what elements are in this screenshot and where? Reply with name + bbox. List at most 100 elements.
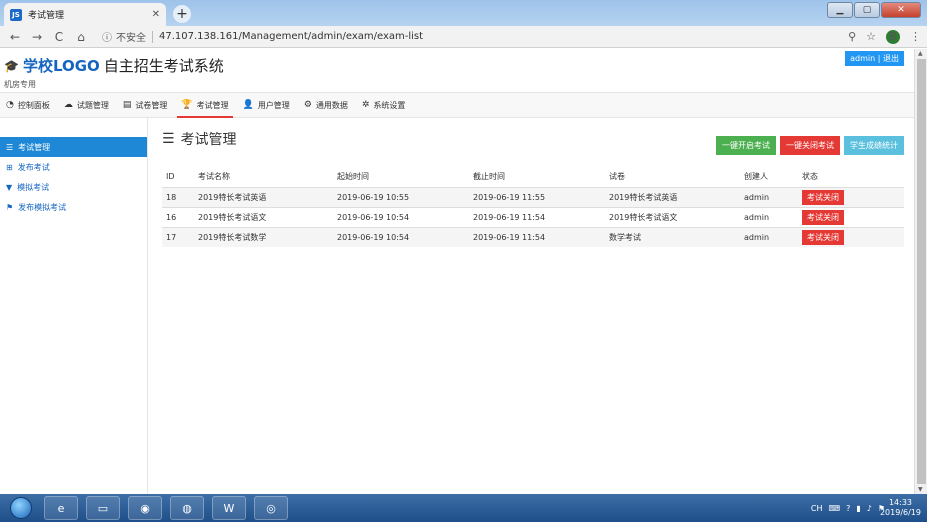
explorer-taskbar-icon[interactable]: ▭ [86,496,120,520]
column-header: 状态 [802,172,818,182]
address-bar-actions: ⚲ ☆ B ⋮ [848,29,921,44]
home-icon[interactable]: ⌂ [72,30,90,44]
page: 🎓 学校LOGO 自主招生考试系统 机房专用 admin | 退出 ◔ 控制面板… [0,49,914,494]
info-icon[interactable]: ⓘ [102,29,112,44]
list-icon: ☰ [6,142,14,152]
cell-creator: admin [740,206,798,227]
user-logout-link[interactable]: admin | 退出 [845,51,904,66]
scroll-down-icon[interactable]: ▼ [918,486,923,493]
nav-item-exams[interactable]: 🏆 考试管理 [177,92,233,118]
table-row[interactable]: 17 2019特长考试数学 2019-06-19 10:54 2019-06-1… [162,226,904,247]
cell-end: 2019-06-19 11:55 [469,186,605,207]
gear-icon: ✲ [361,100,370,110]
dashboard-icon: ◔ [6,100,14,110]
forward-icon[interactable]: → [28,30,46,44]
site-title: 自主招生考试系统 [103,57,224,75]
scroll-up-icon[interactable]: ▲ [918,50,923,57]
close-all-exams-button[interactable]: 一键关闭考试 [780,136,840,155]
tab-favicon-icon: JS [10,8,22,21]
cell-id: 18 [162,186,194,207]
browser-tab-bar: JS 考试管理 ✕ + ▁ ▢ ✕ [0,0,927,26]
network-icon[interactable]: ▮ [856,504,860,513]
nav-item-users[interactable]: 👤 用户管理 [243,92,290,118]
cell-paper: 2019特长考试语文 [605,206,740,227]
site-subtitle: 机房专用 [4,80,36,89]
maximize-button[interactable]: ▢ [854,2,880,18]
table-row[interactable]: 18 2019特长考试英语 2019-06-19 10:55 2019-06-1… [162,186,904,207]
tab-title: 考试管理 [28,11,65,21]
cell-name: 2019特长考试英语 [194,186,333,207]
ie-taskbar-icon[interactable]: e [44,496,78,520]
trophy-icon: 🏆 [181,100,193,110]
cell-paper: 2019特长考试英语 [605,186,740,207]
status-badge[interactable]: 考试关闭 [802,189,844,205]
close-window-button[interactable]: ✕ [881,2,921,18]
graduation-cap-icon: 🎓 [4,58,19,73]
back-icon[interactable]: ← [6,30,24,44]
browser-tab[interactable]: JS 考试管理 ✕ [4,3,166,26]
sidebar-item-label: 发布考试 [17,162,50,172]
nav-item-label: 系统设置 [373,100,406,110]
keyboard-icon[interactable]: ⌨ [829,504,841,513]
app-taskbar-icon[interactable]: ◎ [254,496,288,520]
cell-status: 考试关闭 [798,206,904,227]
help-icon[interactable]: ? [846,504,850,513]
nav-item-settings[interactable]: ✲ 系统设置 [362,92,406,118]
window-controls: ▁ ▢ ✕ [827,2,921,18]
volume-icon[interactable]: ♪ [867,504,872,513]
address-bar: ← → C ⌂ ⓘ 不安全 47.107.138.161/Management/… [0,26,927,48]
column-header: 截止时间 [473,172,505,182]
page-scrollbar[interactable]: ▲ ▼ [914,49,927,494]
sidebar: ☰ 考试管理 ⊞ 发布考试 ▼ 模拟考试 ⚑ 发布模拟考试 [0,118,148,494]
table-header-row: ID 考试名称 起始时间 截止时间 试卷 创建人 状态 [162,167,904,187]
cell-name: 2019特长考试语文 [194,206,333,227]
sidebar-item-publish-mock-exam[interactable]: ⚑ 发布模拟考试 [0,197,147,217]
clock[interactable]: 14:33 2019/6/19 [880,498,921,518]
profile-avatar[interactable]: B [886,29,900,44]
language-indicator[interactable]: CH [811,504,823,513]
insecure-label: 不安全 [116,33,146,44]
bookmark-star-icon[interactable]: ☆ [866,30,876,43]
menu-icon[interactable]: ⋮ [910,30,921,43]
cloud-icon: ☁ [63,100,73,110]
scroll-thumb[interactable] [917,59,926,484]
status-badge[interactable]: 考试关闭 [802,209,844,225]
exam-table: ID 考试名称 起始时间 截止时间 试卷 创建人 状态 18 2019特长考试英… [162,167,904,247]
cell-creator: admin [740,226,798,247]
word-taskbar-icon[interactable]: W [212,496,246,520]
site-logo: 🎓 学校LOGO 自主招生考试系统 [4,55,224,76]
student-stats-button[interactable]: 学生成绩统计 [844,136,904,155]
url-input[interactable]: 47.107.138.161/Management/admin/exam/exa… [159,31,848,42]
nav-item-questions[interactable]: ☁ 试题管理 [64,92,109,118]
nav-item-label: 试卷管理 [135,100,168,110]
open-all-exams-button[interactable]: 一键开启考试 [716,136,776,155]
start-button[interactable] [6,494,36,522]
status-badge[interactable]: 考试关闭 [802,229,844,245]
zoom-icon[interactable]: ⚲ [848,30,856,43]
column-header: ID [166,172,175,182]
cell-creator: admin [740,186,798,207]
new-tab-button[interactable]: + [173,5,191,23]
nav-item-dashboard[interactable]: ◔ 控制面板 [6,92,50,118]
nav-item-data[interactable]: ⚙ 通用数据 [304,92,348,118]
firefox-taskbar-icon[interactable]: ◍ [170,496,204,520]
column-header: 试卷 [609,172,625,182]
minimize-button[interactable]: ▁ [827,2,853,18]
tab-close-icon[interactable]: ✕ [152,9,160,20]
reload-icon[interactable]: C [50,30,68,44]
cell-start: 2019-06-19 10:55 [333,186,469,207]
cell-id: 17 [162,226,194,247]
nav-item-label: 考试管理 [196,100,229,110]
cell-paper: 数学考试 [605,226,740,247]
plus-icon: ⊞ [6,162,13,172]
sidebar-item-exam-management[interactable]: ☰ 考试管理 [0,137,147,157]
cell-id: 16 [162,206,194,227]
table-row[interactable]: 16 2019特长考试语文 2019-06-19 10:54 2019-06-1… [162,206,904,227]
sidebar-item-publish-exam[interactable]: ⊞ 发布考试 [0,157,147,177]
address-separator [152,30,153,43]
taskbar: e ▭ ◉ ◍ W ◎ CH ⌨ ? ▮ ♪ ⚑ 14:33 2019/6/19 [0,494,927,522]
sidebar-item-mock-exam[interactable]: ▼ 模拟考试 [0,177,147,197]
chrome-taskbar-icon[interactable]: ◉ [128,496,162,520]
cell-end: 2019-06-19 11:54 [469,206,605,227]
nav-item-papers[interactable]: ▤ 试卷管理 [123,92,168,118]
